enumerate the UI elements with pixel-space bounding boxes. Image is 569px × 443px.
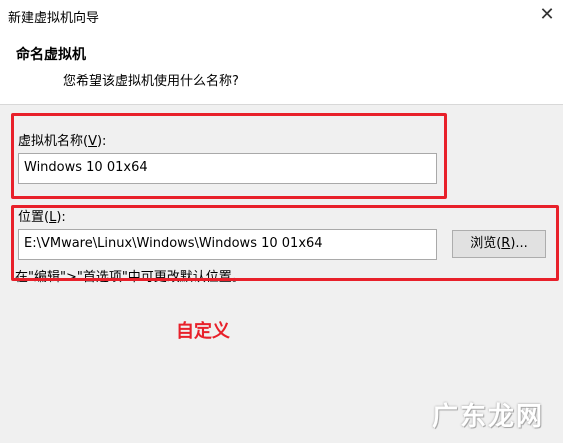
close-icon[interactable]: ✕ — [537, 6, 557, 26]
title-bar: 新建虚拟机向导 ✕ — [0, 0, 569, 30]
name-highlight-box — [11, 113, 447, 199]
custom-annotation: 自定义 — [176, 321, 230, 342]
page-subtitle: 您希望该虚拟机使用什么名称? — [63, 74, 239, 89]
page-title: 命名虚拟机 — [16, 47, 86, 63]
watermark: 广东龙网 — [432, 402, 545, 432]
window-title: 新建虚拟机向导 — [8, 11, 100, 26]
location-highlight-box — [11, 205, 559, 281]
window-edge — [563, 0, 569, 443]
wizard-header: 命名虚拟机 您希望该虚拟机使用什么名称? — [0, 30, 569, 105]
